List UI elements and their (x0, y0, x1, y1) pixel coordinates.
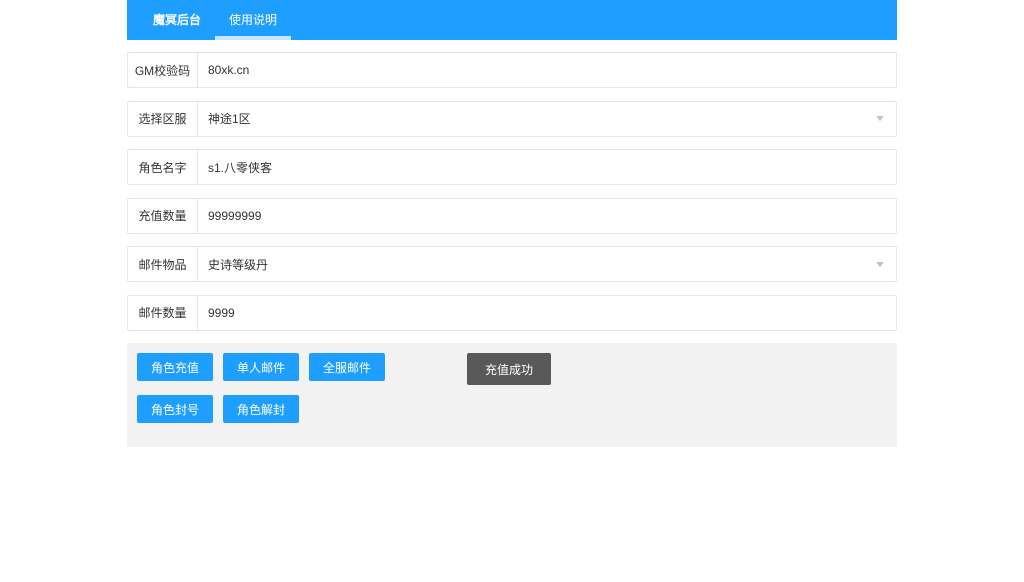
single-mail-button[interactable]: 单人邮件 (223, 353, 299, 381)
field-server: 选择区服 神途1区 (127, 101, 897, 137)
label-server: 选择区服 (128, 102, 198, 136)
chevron-down-icon (876, 116, 884, 121)
nav-tab-backend[interactable]: 魔冥后台 (139, 0, 215, 40)
select-server[interactable]: 神途1区 (198, 102, 896, 136)
unban-button[interactable]: 角色解封 (223, 395, 299, 423)
field-role-name: 角色名字 (127, 149, 897, 185)
action-panel: 角色充值 单人邮件 全服邮件 角色封号 角色解封 充值成功 (127, 343, 897, 447)
input-gm-code[interactable] (198, 53, 896, 87)
status-toast: 充值成功 (467, 353, 551, 385)
field-gm-code: GM校验码 (127, 52, 897, 88)
ban-button[interactable]: 角色封号 (137, 395, 213, 423)
recharge-button[interactable]: 角色充值 (137, 353, 213, 381)
field-mail-item: 邮件物品 史诗等级丹 (127, 246, 897, 282)
nav-tab-instructions[interactable]: 使用说明 (215, 0, 291, 40)
field-mail-quantity: 邮件数量 (127, 295, 897, 331)
select-mail-item-value: 史诗等级丹 (208, 256, 876, 273)
select-server-value: 神途1区 (208, 110, 876, 127)
select-mail-item[interactable]: 史诗等级丹 (198, 247, 896, 281)
global-mail-button[interactable]: 全服邮件 (309, 353, 385, 381)
input-recharge-amount[interactable] (198, 199, 896, 233)
form-section: GM校验码 选择区服 神途1区 角色名字 充值数量 邮件物品 史诗等级丹 (127, 40, 897, 447)
label-mail-quantity: 邮件数量 (128, 296, 198, 330)
label-recharge-amount: 充值数量 (128, 199, 198, 233)
field-recharge-amount: 充值数量 (127, 198, 897, 234)
label-role-name: 角色名字 (128, 150, 198, 184)
label-mail-item: 邮件物品 (128, 247, 198, 281)
input-mail-quantity[interactable] (198, 296, 896, 330)
input-role-name[interactable] (198, 150, 896, 184)
top-nav: 魔冥后台 使用说明 (127, 0, 897, 40)
chevron-down-icon (876, 262, 884, 267)
label-gm-code: GM校验码 (128, 53, 198, 87)
